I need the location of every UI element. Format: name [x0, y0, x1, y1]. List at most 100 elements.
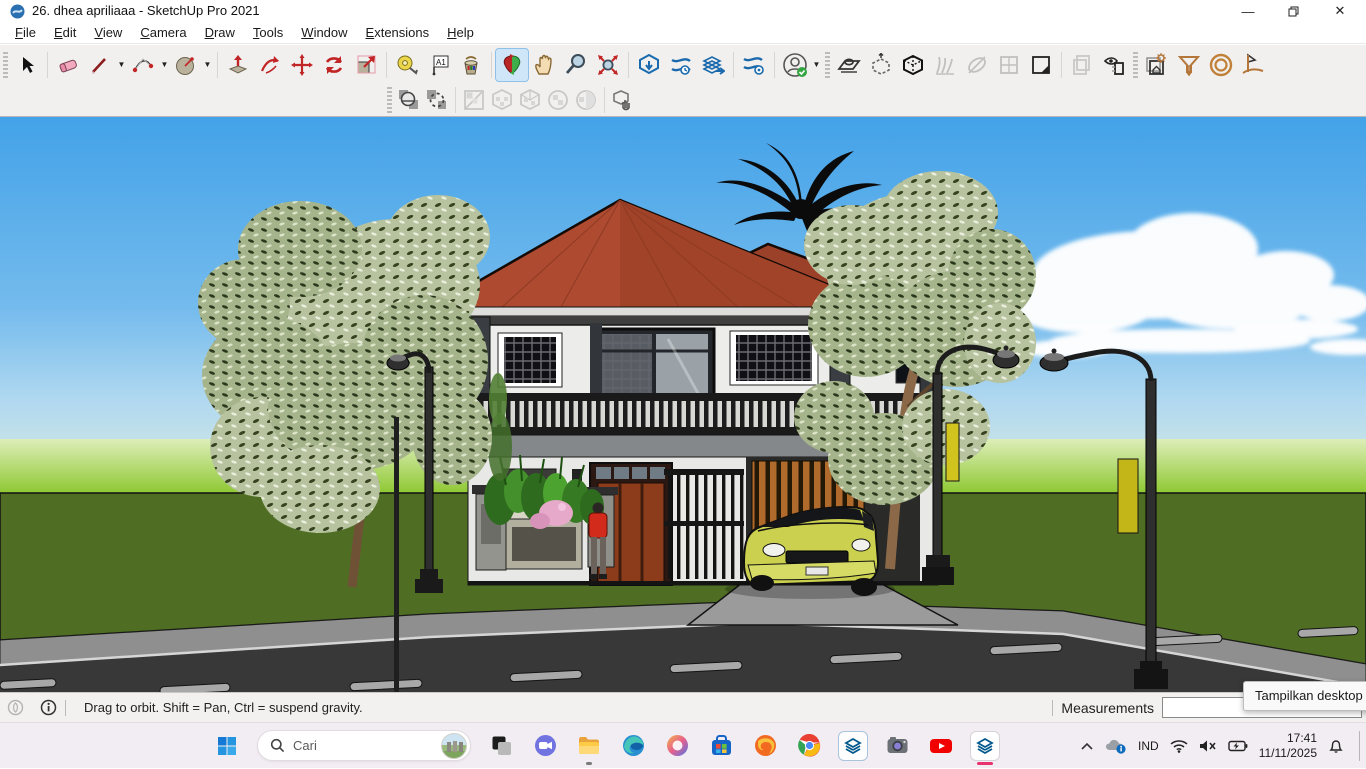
info-icon[interactable]: [40, 699, 57, 716]
shaded-cube-icon: [519, 89, 541, 111]
close-button[interactable]: ✕: [1323, 0, 1357, 22]
chat-button[interactable]: [531, 732, 559, 760]
menu-window[interactable]: Window: [292, 23, 356, 42]
front-gate: [664, 469, 744, 579]
scale-tool-button[interactable]: [350, 49, 382, 81]
add-location-button[interactable]: [1205, 49, 1237, 81]
taskbar-search[interactable]: Cari: [257, 730, 471, 761]
sphere-checker-button[interactable]: [544, 86, 572, 114]
fog-funnel-button[interactable]: [1173, 49, 1205, 81]
hidden-geometry-button[interactable]: [961, 49, 993, 81]
face-style-textured-button[interactable]: [488, 86, 516, 114]
circle-tool-dropdown[interactable]: ▼: [202, 49, 213, 81]
measurements-label: Measurements: [1061, 700, 1154, 716]
toolbar-grip[interactable]: [387, 87, 392, 113]
battery-icon[interactable]: [1228, 740, 1248, 752]
onedrive-icon[interactable]: [1105, 738, 1127, 754]
chrome-button[interactable]: [795, 732, 823, 760]
x-ray-style-button[interactable]: [460, 86, 488, 114]
minimize-button[interactable]: —: [1231, 0, 1265, 22]
move-tool-button[interactable]: [286, 49, 318, 81]
menu-camera[interactable]: Camera: [131, 23, 195, 42]
3d-viewport[interactable]: [0, 117, 1366, 692]
menu-help[interactable]: Help: [438, 23, 483, 42]
wifi-icon[interactable]: [1170, 739, 1188, 753]
circle-tool-button[interactable]: [170, 49, 202, 81]
fog-button[interactable]: [929, 49, 961, 81]
tape-measure-tool-button[interactable]: [391, 49, 423, 81]
clock[interactable]: 17:41 11/11/2025: [1259, 731, 1317, 761]
task-view-button[interactable]: [487, 732, 515, 760]
arc-tool-button[interactable]: [127, 49, 159, 81]
file-explorer-button[interactable]: [575, 732, 603, 760]
trimble-sync-button[interactable]: [665, 49, 697, 81]
sketchup-active-button[interactable]: [971, 732, 999, 760]
account-button[interactable]: [779, 49, 811, 81]
menu-tools[interactable]: Tools: [244, 23, 292, 42]
toolbar-grip[interactable]: [3, 52, 8, 78]
menu-edit[interactable]: Edit: [45, 23, 85, 42]
pan-tool-button[interactable]: [528, 49, 560, 81]
select-tool-button[interactable]: [11, 49, 43, 81]
notification-bell-icon[interactable]: [1328, 738, 1344, 754]
leaf-slash-icon: [965, 53, 989, 77]
copies-button[interactable]: [1066, 49, 1098, 81]
material-sphere-button[interactable]: [395, 86, 423, 114]
show-desktop-button[interactable]: [1359, 731, 1360, 761]
menu-view[interactable]: View: [85, 23, 131, 42]
sketchup-pinned-button[interactable]: [839, 732, 867, 760]
sphere-monochrome-button[interactable]: [572, 86, 600, 114]
start-button[interactable]: [213, 732, 241, 760]
hidden-icons-chevron[interactable]: [1080, 741, 1094, 751]
volume-muted-icon[interactable]: [1199, 739, 1217, 753]
select-similar-button[interactable]: [423, 86, 451, 114]
title-bar: 26. dhea apriliaaa - SketchUp Pro 2021 —…: [0, 0, 1366, 22]
menu-file[interactable]: File: [6, 23, 45, 42]
show-desktop-tooltip: Tampilkan desktop: [1243, 681, 1366, 711]
rotate-tool-button[interactable]: [254, 49, 286, 81]
restore-button[interactable]: [1276, 0, 1310, 22]
face-style-shaded-button[interactable]: [516, 86, 544, 114]
window-grid-icon: [997, 53, 1021, 77]
circle-icon: [174, 53, 198, 77]
line-tool-dropdown[interactable]: ▼: [116, 49, 127, 81]
sandbox-button[interactable]: [1237, 49, 1269, 81]
sketchup-icon: [842, 735, 864, 757]
edge-button[interactable]: [619, 732, 647, 760]
camera-button[interactable]: [883, 732, 911, 760]
refresh-tool-button[interactable]: [318, 49, 350, 81]
interact-button[interactable]: [609, 86, 637, 114]
component-options-button[interactable]: [993, 49, 1025, 81]
arc-tool-dropdown[interactable]: ▼: [159, 49, 170, 81]
reverse-faces-button[interactable]: [1025, 49, 1057, 81]
language-indicator[interactable]: IND: [1138, 739, 1159, 753]
zoom-extents-button[interactable]: [592, 49, 624, 81]
copilot-button[interactable]: [663, 732, 691, 760]
warehouse-download-button[interactable]: [633, 49, 665, 81]
extension-manager-button[interactable]: [738, 49, 770, 81]
youtube-button[interactable]: [927, 732, 955, 760]
shadow-scenes-button[interactable]: [1141, 49, 1173, 81]
line-tool-button[interactable]: [84, 49, 116, 81]
share-model-button[interactable]: [697, 49, 729, 81]
bing-daily-image: [441, 733, 467, 759]
text-tool-button[interactable]: A1: [423, 49, 455, 81]
menu-extensions[interactable]: Extensions: [357, 23, 439, 42]
tape-measure-icon: [395, 53, 419, 77]
paint-bucket-tool-button[interactable]: [455, 49, 487, 81]
menu-draw[interactable]: Draw: [196, 23, 244, 42]
back-edges-button[interactable]: [897, 49, 929, 81]
view-components-button[interactable]: [1098, 49, 1130, 81]
section-plane-button[interactable]: [833, 49, 865, 81]
account-dropdown[interactable]: ▼: [811, 49, 822, 81]
eraser-tool-button[interactable]: [52, 49, 84, 81]
microsoft-store-button[interactable]: [707, 732, 735, 760]
orbit-tool-button[interactable]: [496, 49, 528, 81]
hidden-objects-button[interactable]: [865, 49, 897, 81]
push-pull-tool-button[interactable]: [222, 49, 254, 81]
geolocation-icon[interactable]: [7, 699, 24, 716]
search-icon: [270, 738, 285, 753]
firefox-button[interactable]: [751, 732, 779, 760]
zoom-tool-button[interactable]: [560, 49, 592, 81]
move-icon: [290, 53, 314, 77]
